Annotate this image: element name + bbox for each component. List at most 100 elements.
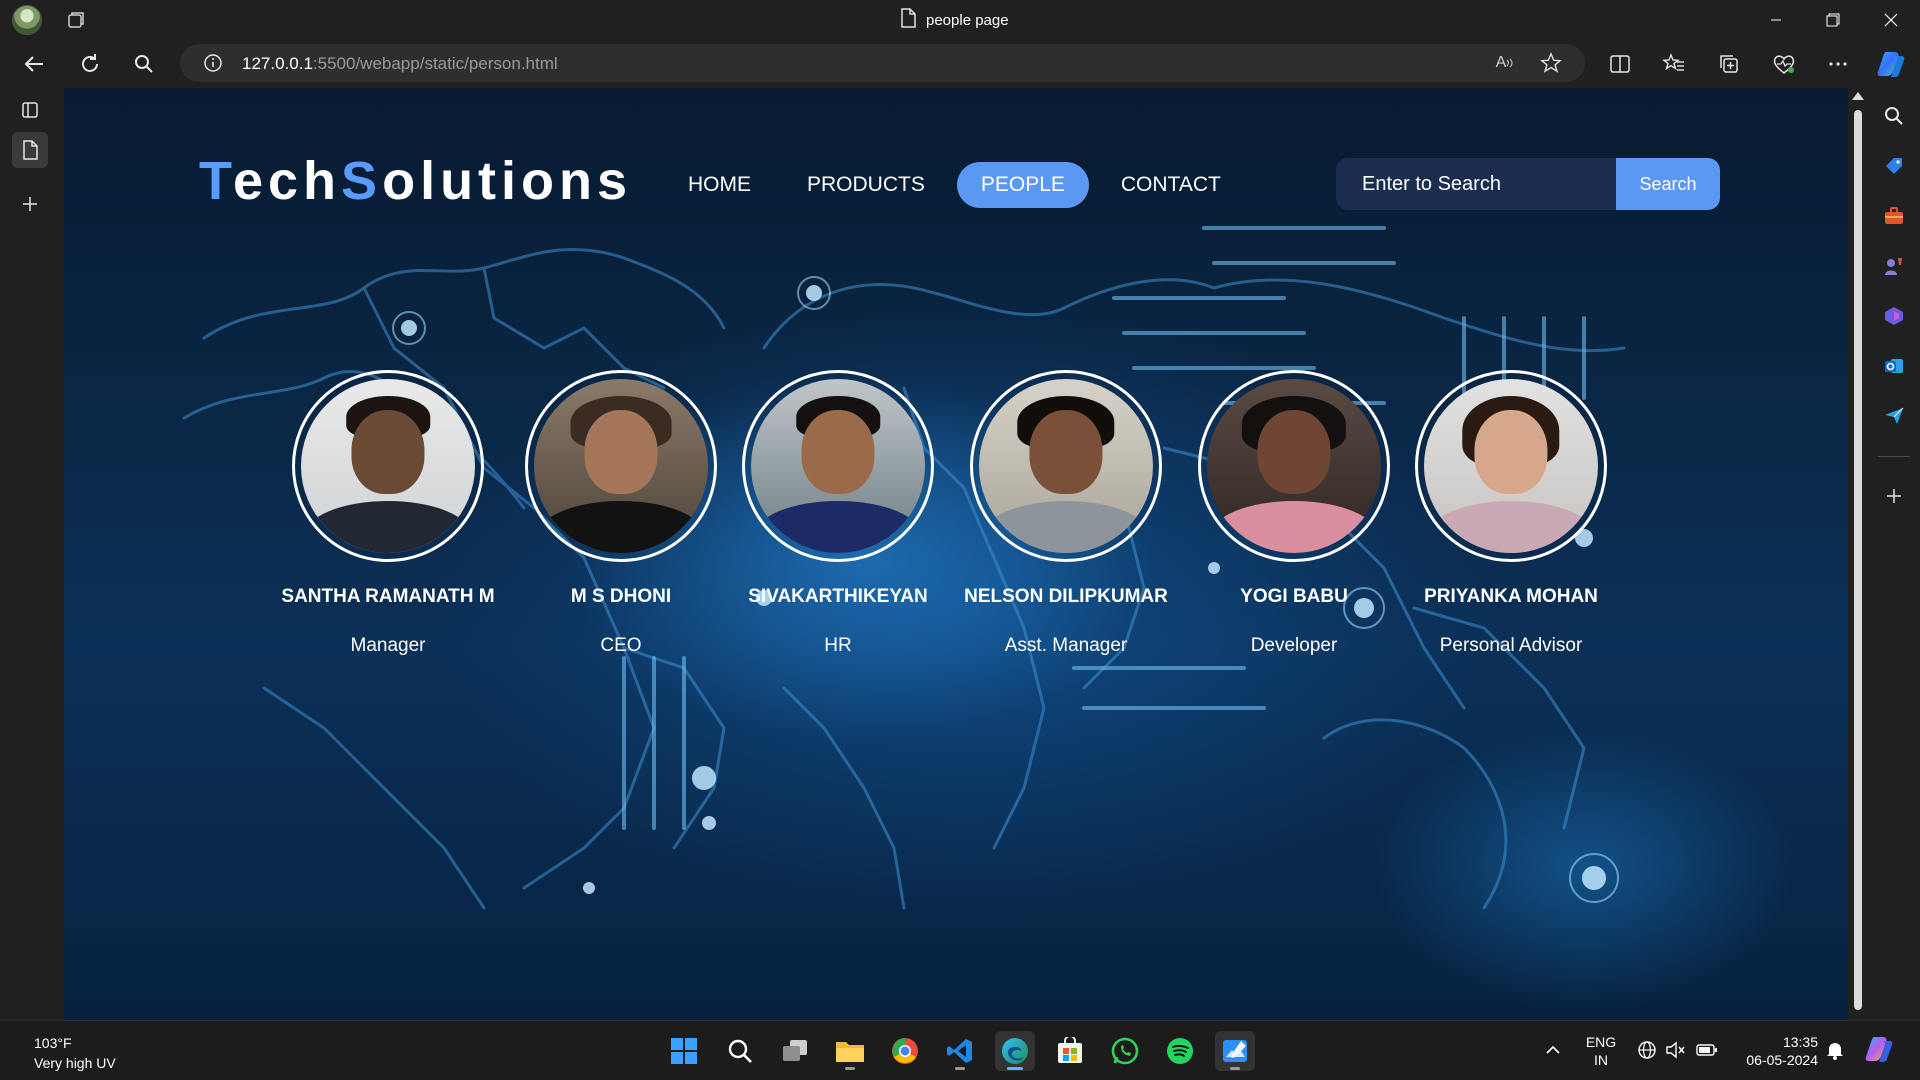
copilot-icon[interactable]	[1876, 50, 1908, 78]
browser-sidebar	[1868, 88, 1920, 1020]
active-indicator	[1007, 1067, 1023, 1070]
chrome-icon[interactable]	[885, 1031, 925, 1071]
send-icon[interactable]	[1882, 404, 1906, 428]
favorites-icon[interactable]	[1658, 50, 1690, 78]
close-button[interactable]	[1864, 0, 1918, 40]
active-tab[interactable]: people page	[900, 7, 1009, 33]
page-icon	[900, 7, 916, 33]
sidebar-search-icon[interactable]	[1882, 104, 1906, 128]
person-name: NELSON DILIPKUMAR	[964, 586, 1168, 607]
person-card[interactable]: YOGI BABU Developer	[1174, 370, 1414, 657]
tab-title: people page	[926, 11, 1009, 29]
person-name: PRIYANKA MOHAN	[1424, 586, 1598, 607]
weather-widget[interactable]: 103°F Very high UV	[34, 1033, 116, 1073]
search-button[interactable]: Search	[1616, 158, 1720, 210]
person-card[interactable]: M S DHONI CEO	[501, 370, 741, 657]
vscode-icon[interactable]	[940, 1031, 980, 1071]
clock-time: 13:35	[1782, 1034, 1818, 1050]
vertical-tabs-rail	[0, 88, 64, 1020]
outlook-icon[interactable]	[1882, 354, 1906, 378]
person-card[interactable]: SIVAKARTHIKEYAN HR	[718, 370, 958, 657]
person-photo	[970, 370, 1162, 562]
person-role: Developer	[1250, 635, 1338, 656]
tools-icon[interactable]	[1882, 204, 1906, 228]
collections-icon[interactable]	[1713, 50, 1745, 78]
person-role: Personal Advisor	[1439, 635, 1583, 656]
games-icon[interactable]	[1882, 254, 1906, 278]
search-input[interactable]	[1336, 158, 1616, 210]
person-photo	[292, 370, 484, 562]
volume-muted-icon[interactable]	[1664, 1039, 1686, 1061]
site-info-icon[interactable]	[200, 51, 226, 75]
person-name: SIVAKARTHIKEYAN	[748, 586, 928, 607]
person-card[interactable]: SANTHA RAMANATH M Manager	[268, 370, 508, 657]
clock[interactable]: 13:35 06-05-2024	[1732, 1033, 1818, 1069]
split-screen-icon[interactable]	[1604, 50, 1636, 78]
back-button[interactable]	[18, 50, 50, 78]
browser-toolbar: 127.0.0.1:5500/webapp/static/person.html…	[0, 40, 1920, 88]
taskbar-search-icon[interactable]	[720, 1031, 760, 1071]
url-text: 127.0.0.1:5500/webapp/static/person.html	[242, 54, 558, 73]
person-role: HR	[824, 635, 852, 656]
task-view-icon[interactable]	[775, 1031, 815, 1071]
page-scrollbar[interactable]	[1848, 88, 1868, 1020]
clock-date: 06-05-2024	[1746, 1052, 1818, 1068]
person-role: Manager	[350, 635, 426, 656]
show-hidden-icons-chevron[interactable]	[1542, 1039, 1564, 1061]
person-role: CEO	[600, 635, 642, 656]
person-name: YOGI BABU	[1240, 586, 1348, 607]
person-card[interactable]: PRIYANKA MOHAN Personal Advisor	[1391, 370, 1631, 657]
vertical-tab-people-page[interactable]	[12, 132, 48, 168]
paint-app-icon[interactable]	[1215, 1031, 1255, 1071]
site-search: Search	[1336, 158, 1720, 210]
weather-temp: 103°F	[34, 1035, 72, 1051]
running-indicator	[955, 1067, 965, 1070]
battery-icon[interactable]	[1696, 1039, 1718, 1061]
more-options-icon[interactable]	[1822, 50, 1854, 78]
site-navigation: HOME PRODUCTS PEOPLE CONTACT	[664, 161, 1253, 209]
address-bar[interactable]: 127.0.0.1:5500/webapp/static/person.html…	[180, 44, 1585, 82]
nav-contact[interactable]: CONTACT	[1097, 162, 1245, 208]
whatsapp-icon[interactable]	[1105, 1031, 1145, 1071]
nav-people[interactable]: PEOPLE	[956, 162, 1089, 208]
copilot-taskbar-icon[interactable]	[1864, 1033, 1896, 1065]
minimize-button[interactable]	[1749, 0, 1803, 40]
add-sidebar-app-icon[interactable]	[1882, 484, 1906, 508]
person-photo	[742, 370, 934, 562]
windows-taskbar: 103°F Very high UV ENG IN 13:35 06-05-20…	[0, 1020, 1920, 1080]
notification-bell-icon[interactable]	[1824, 1039, 1846, 1061]
network-globe-icon[interactable]	[1636, 1039, 1658, 1061]
spotify-icon[interactable]	[1160, 1031, 1200, 1071]
start-button[interactable]	[664, 1031, 704, 1071]
favorite-star-icon[interactable]	[1538, 51, 1564, 75]
refresh-button[interactable]	[74, 50, 106, 78]
person-name: M S DHONI	[570, 586, 672, 607]
office-icon[interactable]	[1882, 304, 1906, 328]
browser-essentials-icon[interactable]	[1768, 50, 1800, 78]
scroll-up-arrow[interactable]	[1852, 92, 1864, 100]
nav-home[interactable]: HOME	[664, 162, 775, 208]
scroll-thumb[interactable]	[1854, 110, 1862, 1010]
person-role: Asst. Manager	[1004, 635, 1128, 656]
person-photo	[1415, 370, 1607, 562]
person-card[interactable]: NELSON DILIPKUMAR Asst. Manager	[946, 370, 1186, 657]
tab-panel-icon[interactable]	[12, 92, 48, 128]
web-page: TechSolutions HOME PRODUCTS PEOPLE CONTA…	[64, 88, 1848, 1020]
running-indicator	[1230, 1067, 1240, 1070]
file-explorer-icon[interactable]	[830, 1031, 870, 1071]
new-tab-icon[interactable]	[12, 186, 48, 222]
edge-browser-icon[interactable]	[995, 1031, 1035, 1071]
microsoft-store-icon[interactable]	[1050, 1031, 1090, 1071]
profile-avatar[interactable]	[12, 5, 42, 35]
shopping-tag-icon[interactable]	[1882, 154, 1906, 178]
language-indicator[interactable]: ENG IN	[1580, 1033, 1622, 1069]
search-tab-icon[interactable]	[128, 50, 160, 78]
weather-desc: Very high UV	[34, 1055, 116, 1071]
person-photo	[525, 370, 717, 562]
read-aloud-icon[interactable]: A	[1492, 51, 1518, 75]
restore-button[interactable]	[1806, 0, 1860, 40]
nav-products[interactable]: PRODUCTS	[783, 162, 949, 208]
tab-actions-icon[interactable]	[64, 8, 88, 32]
site-logo[interactable]: TechSolutions	[199, 150, 632, 212]
person-photo	[1198, 370, 1390, 562]
